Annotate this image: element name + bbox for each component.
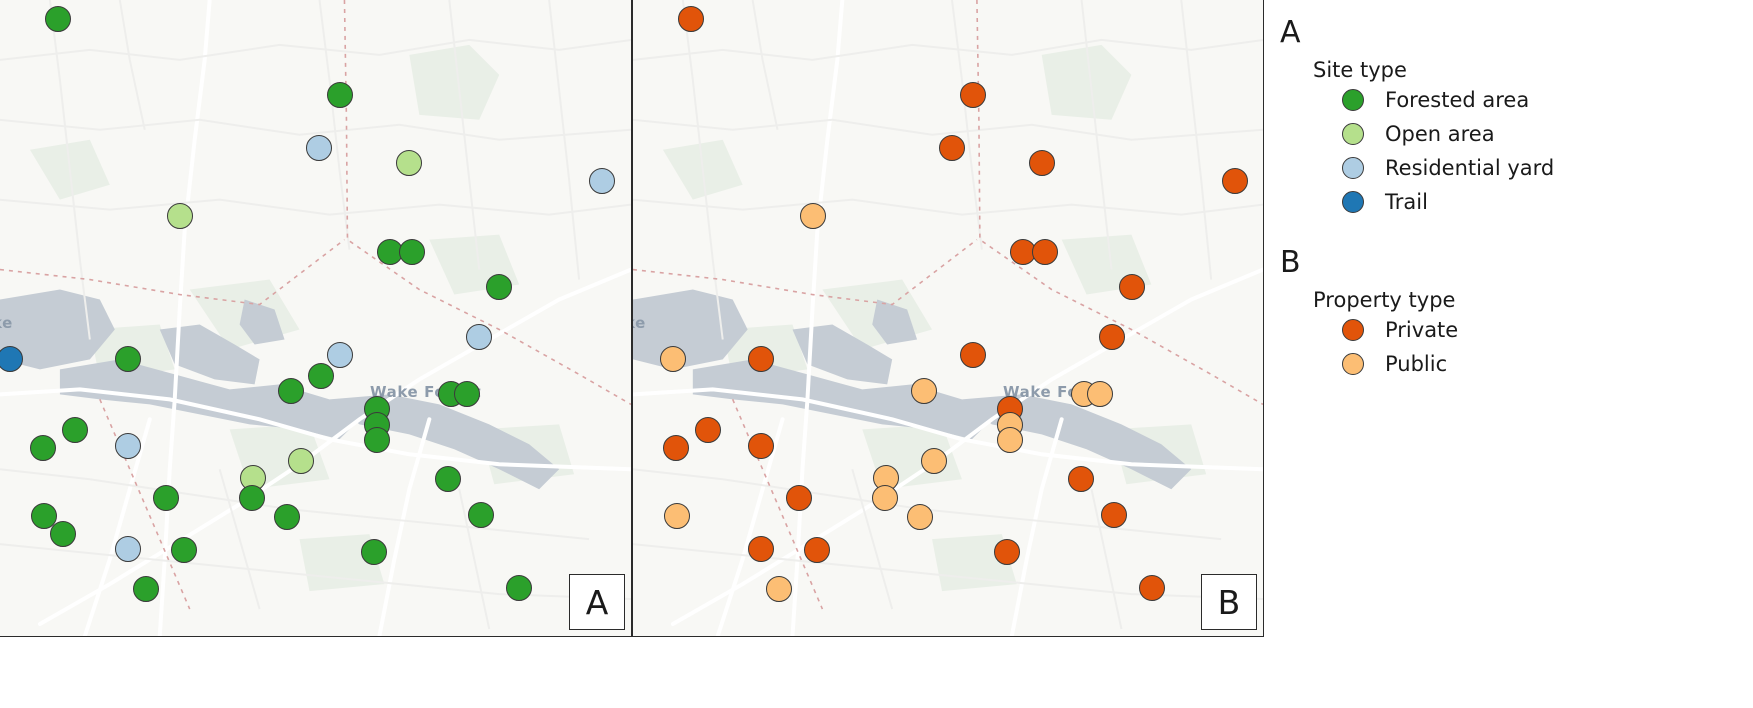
map-point-marker[interactable] (454, 381, 480, 407)
map-point-marker[interactable] (327, 82, 353, 108)
legend-swatch-circle-icon (1342, 157, 1364, 179)
legend-column: A Site type Forested area Open area Reside… (1268, 0, 1753, 708)
map-point-marker[interactable] (907, 504, 933, 530)
legend-item[interactable]: Private (1342, 318, 1458, 342)
basemap-graphics-a (0, 0, 631, 636)
map-point-marker[interactable] (921, 448, 947, 474)
map-point-marker[interactable] (306, 135, 332, 161)
map-point-marker[interactable] (153, 485, 179, 511)
legend-item[interactable]: Forested area (1342, 88, 1529, 112)
legend-title-site-type: Site type (1313, 58, 1407, 82)
map-point-marker[interactable] (748, 433, 774, 459)
map-point-marker[interactable] (506, 575, 532, 601)
map-point-marker[interactable] (1139, 575, 1165, 601)
legend-swatch-circle-icon (1342, 123, 1364, 145)
map-point-marker[interactable] (274, 504, 300, 530)
map-point-marker[interactable] (239, 485, 265, 511)
map-point-marker[interactable] (748, 346, 774, 372)
map-point-marker[interactable] (1099, 324, 1125, 350)
legend-item-label: Open area (1385, 122, 1495, 146)
map-point-marker[interactable] (435, 466, 461, 492)
legend-swatch-circle-icon (1342, 191, 1364, 213)
map-point-marker[interactable] (994, 539, 1020, 565)
legend-item[interactable]: Public (1342, 352, 1447, 376)
map-point-marker[interactable] (695, 417, 721, 443)
legend-item[interactable]: Residential yard (1342, 156, 1554, 180)
map-canvas-a (0, 0, 631, 636)
legend-item[interactable]: Trail (1342, 190, 1428, 214)
map-point-marker[interactable] (327, 342, 353, 368)
map-point-marker[interactable] (468, 502, 494, 528)
legend-item-label: Private (1385, 318, 1459, 342)
legend-item[interactable]: Open area (1342, 122, 1495, 146)
panel-tag-b: B (1201, 574, 1257, 630)
map-point-marker[interactable] (660, 346, 686, 372)
legend-letter-a: A (1280, 15, 1301, 50)
map-point-marker[interactable] (171, 537, 197, 563)
map-point-marker[interactable] (308, 363, 334, 389)
legend-item-label: Trail (1385, 190, 1428, 214)
legend-item-label: Residential yard (1385, 156, 1555, 180)
basemap-graphics-b (633, 0, 1263, 636)
map-point-marker[interactable] (364, 427, 390, 453)
map-point-marker[interactable] (872, 485, 898, 511)
map-point-marker[interactable] (589, 168, 615, 194)
map-point-marker[interactable] (997, 427, 1023, 453)
map-point-marker[interactable] (663, 435, 689, 461)
map-canvas-b (633, 0, 1263, 636)
map-panel-b[interactable]: Wake Fore ke B (632, 0, 1264, 637)
legend-swatch-circle-icon (1342, 353, 1364, 375)
map-point-marker[interactable] (115, 536, 141, 562)
map-point-marker[interactable] (167, 203, 193, 229)
map-point-marker[interactable] (396, 150, 422, 176)
map-point-marker[interactable] (399, 239, 425, 265)
map-point-marker[interactable] (1029, 150, 1055, 176)
map-point-marker[interactable] (748, 536, 774, 562)
map-point-marker[interactable] (133, 576, 159, 602)
map-point-marker[interactable] (288, 448, 314, 474)
map-point-marker[interactable] (804, 537, 830, 563)
map-point-marker[interactable] (911, 378, 937, 404)
map-point-marker[interactable] (30, 435, 56, 461)
map-point-marker[interactable] (62, 417, 88, 443)
map-point-marker[interactable] (1119, 274, 1145, 300)
legend-swatch-circle-icon (1342, 89, 1364, 111)
legend-swatch-circle-icon (1342, 319, 1364, 341)
map-point-marker[interactable] (115, 346, 141, 372)
legend-item-label: Public (1385, 352, 1448, 376)
map-point-marker[interactable] (939, 135, 965, 161)
legend-title-property-type: Property type (1313, 288, 1456, 312)
map-point-marker[interactable] (1101, 502, 1127, 528)
map-point-marker[interactable] (1068, 466, 1094, 492)
map-point-marker[interactable] (1222, 168, 1248, 194)
map-point-marker[interactable] (115, 433, 141, 459)
map-point-marker[interactable] (50, 521, 76, 547)
map-point-marker[interactable] (1032, 239, 1058, 265)
map-point-marker[interactable] (278, 378, 304, 404)
map-point-marker[interactable] (960, 82, 986, 108)
panel-tag-a: A (569, 574, 625, 630)
figure-root: Wake Forest ke A (0, 0, 1753, 708)
map-point-marker[interactable] (960, 342, 986, 368)
legend-item-label: Forested area (1385, 88, 1530, 112)
map-point-marker[interactable] (678, 6, 704, 32)
legend-letter-b: B (1280, 245, 1301, 280)
map-point-marker[interactable] (786, 485, 812, 511)
map-point-marker[interactable] (1087, 381, 1113, 407)
map-point-marker[interactable] (664, 503, 690, 529)
map-panel-a[interactable]: Wake Forest ke A (0, 0, 632, 637)
map-point-marker[interactable] (45, 6, 71, 32)
map-point-marker[interactable] (766, 576, 792, 602)
map-point-marker[interactable] (361, 539, 387, 565)
map-point-marker[interactable] (800, 203, 826, 229)
map-point-marker[interactable] (486, 274, 512, 300)
map-point-marker[interactable] (466, 324, 492, 350)
